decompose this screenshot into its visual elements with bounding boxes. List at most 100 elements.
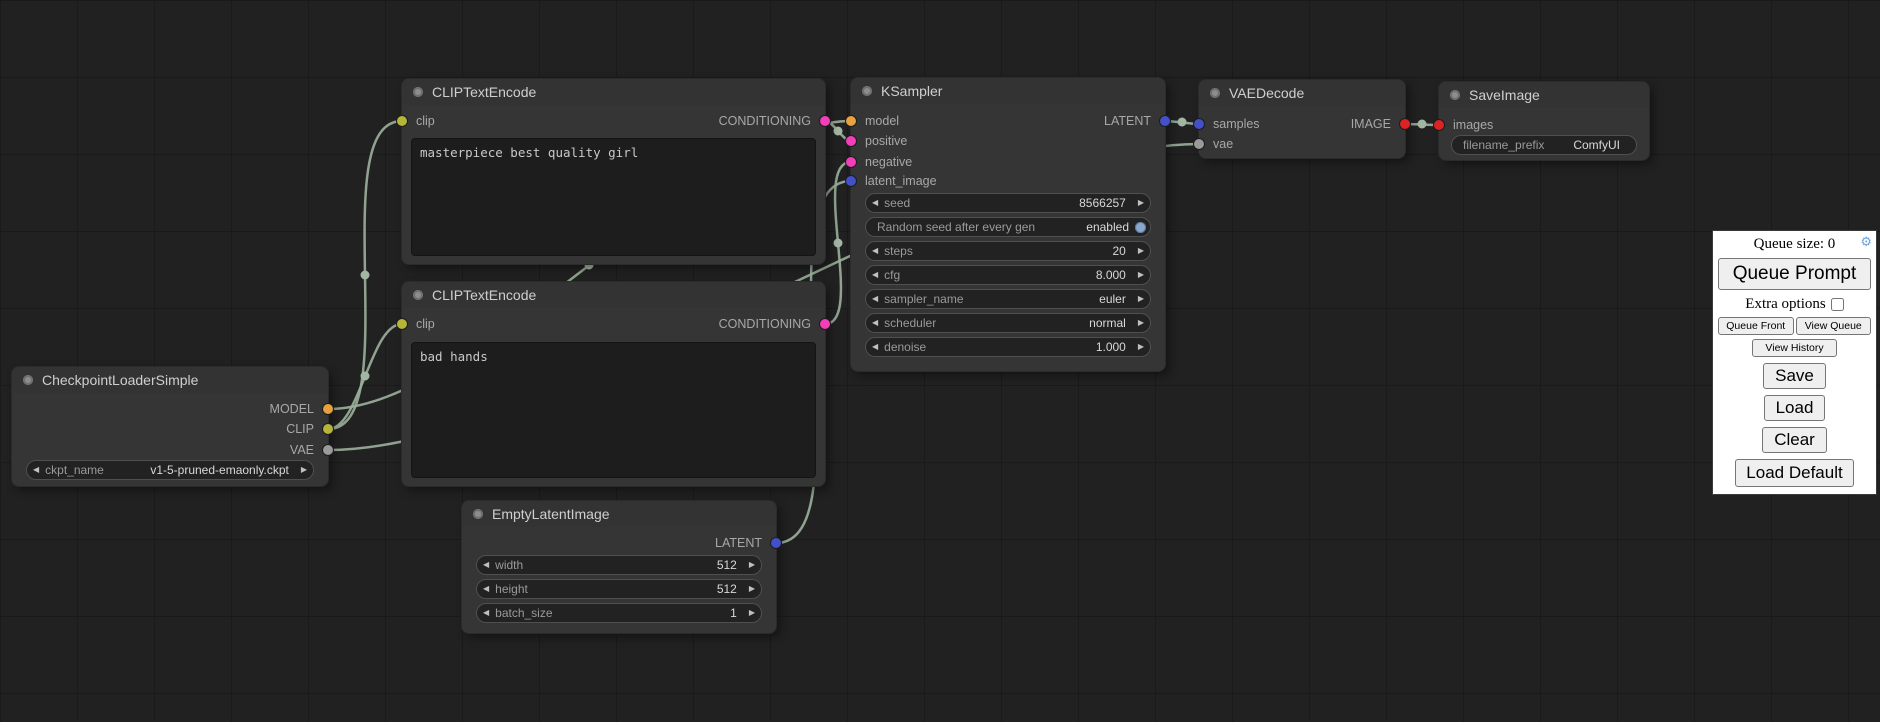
load-default-button[interactable]: Load Default <box>1735 459 1853 487</box>
width-widget[interactable]: ◀ width 512 ▶ <box>476 555 762 575</box>
positive-prompt-textarea[interactable]: masterpiece best quality girl <box>411 138 816 256</box>
node-title-bar[interactable]: CLIPTextEncode <box>402 282 825 308</box>
settings-gear-icon[interactable]: ⚙ <box>1860 235 1872 250</box>
decrement-arrow-icon[interactable]: ◀ <box>477 604 495 622</box>
increment-arrow-icon[interactable]: ▶ <box>1132 314 1150 332</box>
increment-arrow-icon[interactable]: ▶ <box>1132 242 1150 260</box>
widget-label: batch_size <box>495 606 552 620</box>
queue-prompt-button[interactable]: Queue Prompt <box>1718 258 1871 290</box>
model-input-slot[interactable] <box>846 116 856 126</box>
increment-arrow-icon[interactable]: ▶ <box>1132 266 1150 284</box>
node-title-bar[interactable]: EmptyLatentImage <box>462 501 776 527</box>
scheduler-widget[interactable]: ◀ scheduler normal ▶ <box>865 313 1151 333</box>
sampler-name-widget[interactable]: ◀ sampler_name euler ▶ <box>865 289 1151 309</box>
denoise-widget[interactable]: ◀ denoise 1.000 ▶ <box>865 337 1151 357</box>
collapse-dot-icon[interactable] <box>1210 88 1220 98</box>
positive-input-slot[interactable] <box>846 136 856 146</box>
increment-arrow-icon[interactable]: ▶ <box>295 461 313 479</box>
clear-button[interactable]: Clear <box>1762 427 1827 453</box>
decrement-arrow-icon[interactable]: ◀ <box>477 556 495 574</box>
collapse-dot-icon[interactable] <box>1450 90 1460 100</box>
node-title-bar[interactable]: VAEDecode <box>1199 80 1405 106</box>
widget-value: 512 <box>717 582 743 596</box>
increment-arrow-icon[interactable]: ▶ <box>743 604 761 622</box>
load-button[interactable]: Load <box>1764 395 1826 421</box>
view-history-button[interactable]: View History <box>1752 339 1836 357</box>
negative-input-slot[interactable] <box>846 157 856 167</box>
output-conditioning: CONDITIONING <box>719 316 825 332</box>
decrement-arrow-icon[interactable]: ◀ <box>866 314 884 332</box>
latent-output-slot[interactable] <box>771 538 781 548</box>
node-checkpoint-loader[interactable]: CheckpointLoaderSimple MODEL CLIP VAE ◀ … <box>12 367 328 486</box>
input-label: latent_image <box>865 174 937 188</box>
increment-arrow-icon[interactable]: ▶ <box>1132 338 1150 356</box>
filename-prefix-widget[interactable]: filename_prefix ComfyUI <box>1451 135 1637 155</box>
node-clip-text-encode-negative[interactable]: CLIPTextEncode clip CONDITIONING bad han… <box>402 282 825 486</box>
extra-options-checkbox[interactable] <box>1831 298 1844 311</box>
comfyui-menu-panel: Queue size: 0 ⚙ Queue Prompt Extra optio… <box>1712 230 1877 495</box>
vae-input-slot[interactable] <box>1194 139 1204 149</box>
decrement-arrow-icon[interactable]: ◀ <box>477 580 495 598</box>
negative-prompt-textarea[interactable]: bad hands <box>411 342 816 478</box>
toggle-on-icon[interactable] <box>1135 222 1146 233</box>
node-title-bar[interactable]: CLIPTextEncode <box>402 79 825 105</box>
node-title-bar[interactable]: SaveImage <box>1439 82 1649 108</box>
image-output-slot[interactable] <box>1400 119 1410 129</box>
increment-arrow-icon[interactable]: ▶ <box>1132 194 1150 212</box>
decrement-arrow-icon[interactable]: ◀ <box>866 290 884 308</box>
input-label: images <box>1453 118 1493 132</box>
decrement-arrow-icon[interactable]: ◀ <box>866 194 884 212</box>
view-queue-button[interactable]: View Queue <box>1796 317 1872 335</box>
collapse-dot-icon[interactable] <box>473 509 483 519</box>
decrement-arrow-icon[interactable]: ◀ <box>27 461 45 479</box>
model-output-slot[interactable] <box>323 404 333 414</box>
node-title-bar[interactable]: CheckpointLoaderSimple <box>12 367 328 393</box>
queue-size-row: Queue size: 0 ⚙ <box>1718 236 1871 253</box>
node-graph-canvas[interactable]: CheckpointLoaderSimple MODEL CLIP VAE ◀ … <box>0 0 1880 722</box>
collapse-dot-icon[interactable] <box>862 86 872 96</box>
latent-image-input-slot[interactable] <box>846 176 856 186</box>
random-seed-toggle-widget[interactable]: Random seed after every gen enabled <box>865 217 1151 237</box>
decrement-arrow-icon[interactable]: ◀ <box>866 266 884 284</box>
node-title-bar[interactable]: KSampler <box>851 78 1165 104</box>
collapse-dot-icon[interactable] <box>413 87 423 97</box>
ckpt-name-widget[interactable]: ◀ ckpt_name v1-5-pruned-emaonly.ckpt ▶ <box>26 460 314 480</box>
clip-input-slot[interactable] <box>397 116 407 126</box>
batch-size-widget[interactable]: ◀ batch_size 1 ▶ <box>476 603 762 623</box>
queue-front-button[interactable]: Queue Front <box>1718 317 1794 335</box>
increment-arrow-icon[interactable]: ▶ <box>743 556 761 574</box>
input-samples: samples <box>1199 116 1260 132</box>
conditioning-output-slot[interactable] <box>820 319 830 329</box>
clip-output-slot[interactable] <box>323 424 333 434</box>
vae-output-slot[interactable] <box>323 445 333 455</box>
node-vae-decode[interactable]: VAEDecode samples vae IMAGE <box>1199 80 1405 158</box>
clip-input-slot[interactable] <box>397 319 407 329</box>
seed-widget[interactable]: ◀ seed 8566257 ▶ <box>865 193 1151 213</box>
images-input-slot[interactable] <box>1434 120 1444 130</box>
cfg-widget[interactable]: ◀ cfg 8.000 ▶ <box>865 265 1151 285</box>
input-label: clip <box>416 114 435 128</box>
collapse-dot-icon[interactable] <box>413 290 423 300</box>
decrement-arrow-icon[interactable]: ◀ <box>866 338 884 356</box>
samples-input-slot[interactable] <box>1194 119 1204 129</box>
collapse-dot-icon[interactable] <box>23 375 33 385</box>
input-images: images <box>1439 117 1493 133</box>
latent-output-slot[interactable] <box>1160 116 1170 126</box>
widget-label: steps <box>884 244 913 258</box>
decrement-arrow-icon[interactable]: ◀ <box>866 242 884 260</box>
save-button[interactable]: Save <box>1763 363 1826 389</box>
output-label: VAE <box>290 443 314 457</box>
input-label: vae <box>1213 137 1233 151</box>
steps-widget[interactable]: ◀ steps 20 ▶ <box>865 241 1151 261</box>
node-save-image[interactable]: SaveImage images filename_prefix ComfyUI <box>1439 82 1649 160</box>
node-ksampler[interactable]: KSampler model positive negative latent_… <box>851 78 1165 371</box>
increment-arrow-icon[interactable]: ▶ <box>743 580 761 598</box>
input-clip: clip <box>402 113 435 129</box>
extra-options-label: Extra options <box>1745 296 1825 313</box>
node-empty-latent-image[interactable]: EmptyLatentImage LATENT ◀ width 512 ▶ ◀ … <box>462 501 776 633</box>
increment-arrow-icon[interactable]: ▶ <box>1132 290 1150 308</box>
height-widget[interactable]: ◀ height 512 ▶ <box>476 579 762 599</box>
widget-label: seed <box>884 196 910 210</box>
conditioning-output-slot[interactable] <box>820 116 830 126</box>
node-clip-text-encode-positive[interactable]: CLIPTextEncode clip CONDITIONING masterp… <box>402 79 825 264</box>
